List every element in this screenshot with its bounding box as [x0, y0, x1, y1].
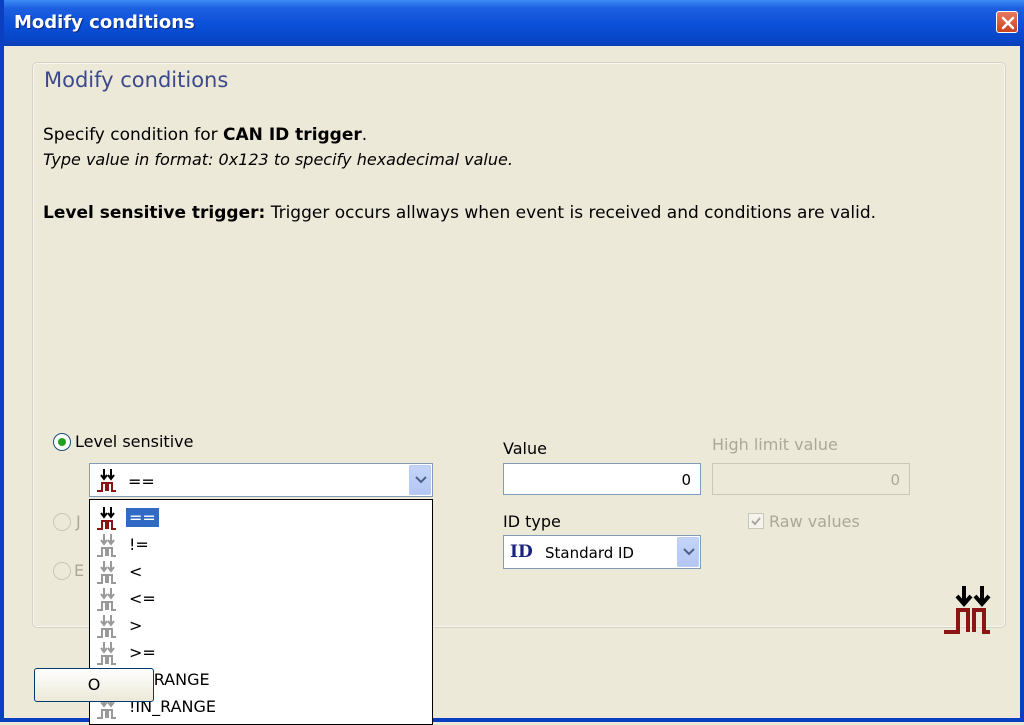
trigger-icon [97, 507, 116, 530]
id-type-dropdown-button[interactable] [677, 537, 699, 567]
dialog-window: Modify conditions Modify conditions Spec… [0, 0, 1024, 725]
window-title: Modify conditions [14, 12, 195, 33]
trigger-icon [97, 588, 116, 611]
trigger-icon [97, 615, 116, 638]
high-limit-input[interactable]: 0 [712, 463, 910, 495]
level-sensitive-radio[interactable] [53, 433, 71, 451]
level-trigger-icon [944, 586, 991, 634]
trigger-mode-label-2: J [76, 512, 81, 531]
value-label: Value [503, 439, 547, 458]
level-sensitive-label: Level sensitive [75, 432, 194, 451]
ok-button[interactable]: O [34, 668, 154, 702]
high-limit-input-text: 0 [890, 471, 900, 489]
chevron-down-icon [683, 548, 695, 556]
operator-dropdown-button[interactable] [409, 465, 431, 495]
trigger-mode-label-3: E [74, 561, 85, 580]
raw-values-label: Raw values [769, 512, 860, 531]
id-icon: ID [510, 542, 533, 562]
chevron-down-icon [415, 476, 427, 484]
high-limit-label: High limit value [712, 435, 838, 454]
operator-option[interactable]: != [96, 531, 426, 558]
trigger-mode-radio-2[interactable] [53, 513, 71, 531]
operator-combobox[interactable]: == [89, 463, 433, 497]
description-line-2: Type value in format: 0x123 to specify h… [43, 150, 513, 169]
id-type-selected-value: Standard ID [545, 544, 634, 562]
close-icon [1001, 16, 1015, 30]
description-line-1: Specify condition for CAN ID trigger. [43, 125, 368, 145]
raw-values-checkbox[interactable] [748, 513, 764, 529]
description-line-3: Level sensitive trigger: Trigger occurs … [43, 203, 877, 223]
operator-selected-value: == [128, 472, 155, 491]
trigger-mode-radio-3[interactable] [53, 562, 71, 580]
operator-option[interactable]: <= [96, 585, 426, 612]
check-icon [751, 517, 761, 526]
trigger-icon [97, 561, 116, 584]
value-input[interactable]: 0 [503, 463, 701, 495]
id-type-combobox[interactable]: ID Standard ID [503, 535, 701, 569]
close-button[interactable] [996, 11, 1018, 33]
panel-heading: Modify conditions [44, 68, 229, 92]
trigger-icon [97, 642, 116, 665]
title-bar[interactable]: Modify conditions [4, 0, 1024, 46]
trigger-icon [97, 534, 116, 557]
value-input-text: 0 [681, 471, 691, 489]
operator-option[interactable]: >= [96, 639, 426, 666]
id-type-label: ID type [503, 512, 561, 531]
operator-option[interactable]: == [96, 504, 426, 531]
operator-option[interactable]: > [96, 612, 426, 639]
operator-option[interactable]: < [96, 558, 426, 585]
trigger-icon [97, 469, 116, 492]
